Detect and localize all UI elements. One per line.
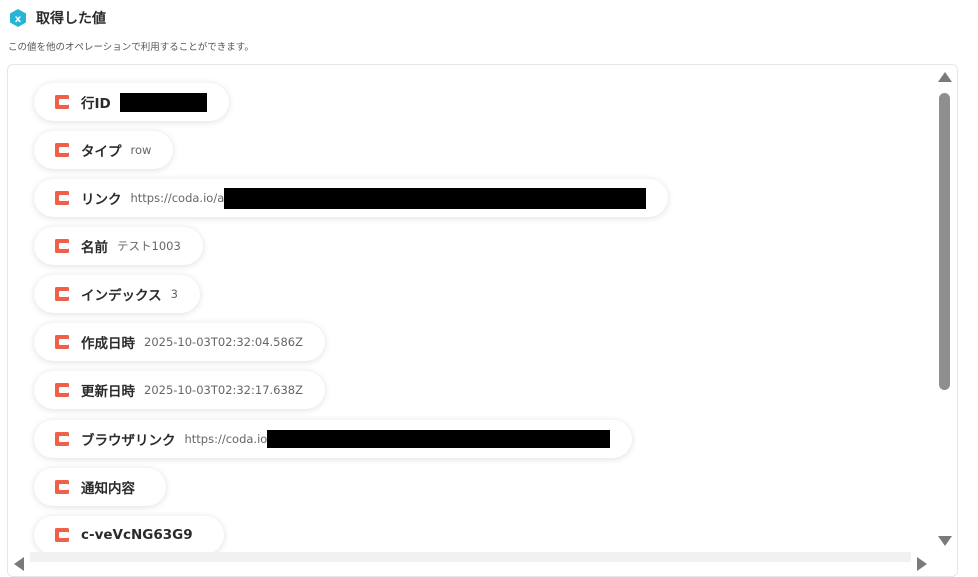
section-title: 取得した値 [36, 11, 106, 27]
coda-icon [55, 143, 69, 157]
scroll-up-arrow-icon[interactable] [938, 72, 952, 82]
horizontal-scroll-track[interactable] [30, 552, 911, 562]
coda-icon [55, 191, 69, 205]
chip-label: リンク [81, 192, 122, 208]
output-values-list: 行ID タイプ row リンク https://coda.io/a 名前 テスト… [8, 65, 933, 552]
chip-value: 3 [170, 287, 178, 301]
vertical-scrollbar[interactable] [933, 65, 957, 552]
chip-value: row [130, 143, 152, 157]
redacted-value [119, 92, 207, 112]
scroll-left-arrow-icon[interactable] [14, 557, 24, 571]
coda-icon [55, 335, 69, 349]
chip-label: ブラウザリンク [81, 433, 176, 449]
chip-value: https://coda.io [184, 432, 268, 446]
scroll-right-arrow-icon[interactable] [917, 557, 927, 571]
chip-label: 名前 [81, 240, 108, 256]
chip-label: 作成日時 [81, 336, 135, 352]
variable-hexagon-icon: x [10, 9, 26, 27]
chip-label: c-veVcNG63G9 [81, 527, 193, 543]
coda-icon [55, 383, 69, 397]
value-chip-index[interactable]: インデックス 3 [34, 275, 200, 313]
chip-value: テスト1003 [117, 239, 181, 253]
value-chip-column[interactable]: c-veVcNG63G9 [34, 516, 224, 552]
chip-value: 2025-10-03T02:32:04.586Z [144, 335, 303, 349]
value-chip-name[interactable]: 名前 テスト1003 [34, 227, 203, 265]
value-chip-row-id[interactable]: 行ID [34, 83, 229, 121]
chip-value: https://coda.io/a [130, 191, 225, 205]
chip-label: 行ID [81, 96, 111, 112]
chip-label: 通知内容 [81, 481, 135, 497]
section-header: x 取得した値 [8, 7, 106, 29]
coda-icon [55, 287, 69, 301]
value-chip-updated-at[interactable]: 更新日時 2025-10-03T02:32:17.638Z [34, 371, 325, 409]
coda-icon [55, 95, 69, 109]
value-chip-notification[interactable]: 通知内容 [34, 468, 166, 506]
vertical-scroll-thumb[interactable] [939, 93, 950, 390]
chip-label: タイプ [81, 144, 122, 160]
coda-icon [55, 432, 69, 446]
value-chip-browser-link[interactable]: ブラウザリンク https://coda.io [34, 420, 633, 458]
section-subtitle: この値を他のオペレーションで利用することができます。 [8, 42, 254, 53]
value-chip-type[interactable]: タイプ row [34, 131, 174, 169]
value-chip-link[interactable]: リンク https://coda.io/a [34, 179, 669, 217]
coda-icon [55, 480, 69, 494]
scroll-down-arrow-icon[interactable] [938, 536, 952, 546]
coda-icon [55, 239, 69, 253]
scrollbar-corner [933, 552, 957, 576]
redacted-value [267, 430, 611, 448]
chip-value: 2025-10-03T02:32:17.638Z [144, 383, 303, 397]
output-values-panel: 行ID タイプ row リンク https://coda.io/a 名前 テスト… [7, 64, 958, 577]
svg-text:x: x [15, 14, 22, 25]
chip-label: 更新日時 [81, 384, 135, 400]
chip-label: インデックス [81, 288, 162, 304]
coda-icon [55, 528, 69, 542]
value-chip-created-at[interactable]: 作成日時 2025-10-03T02:32:04.586Z [34, 323, 325, 361]
redacted-value [224, 187, 647, 209]
horizontal-scrollbar[interactable] [8, 552, 933, 576]
